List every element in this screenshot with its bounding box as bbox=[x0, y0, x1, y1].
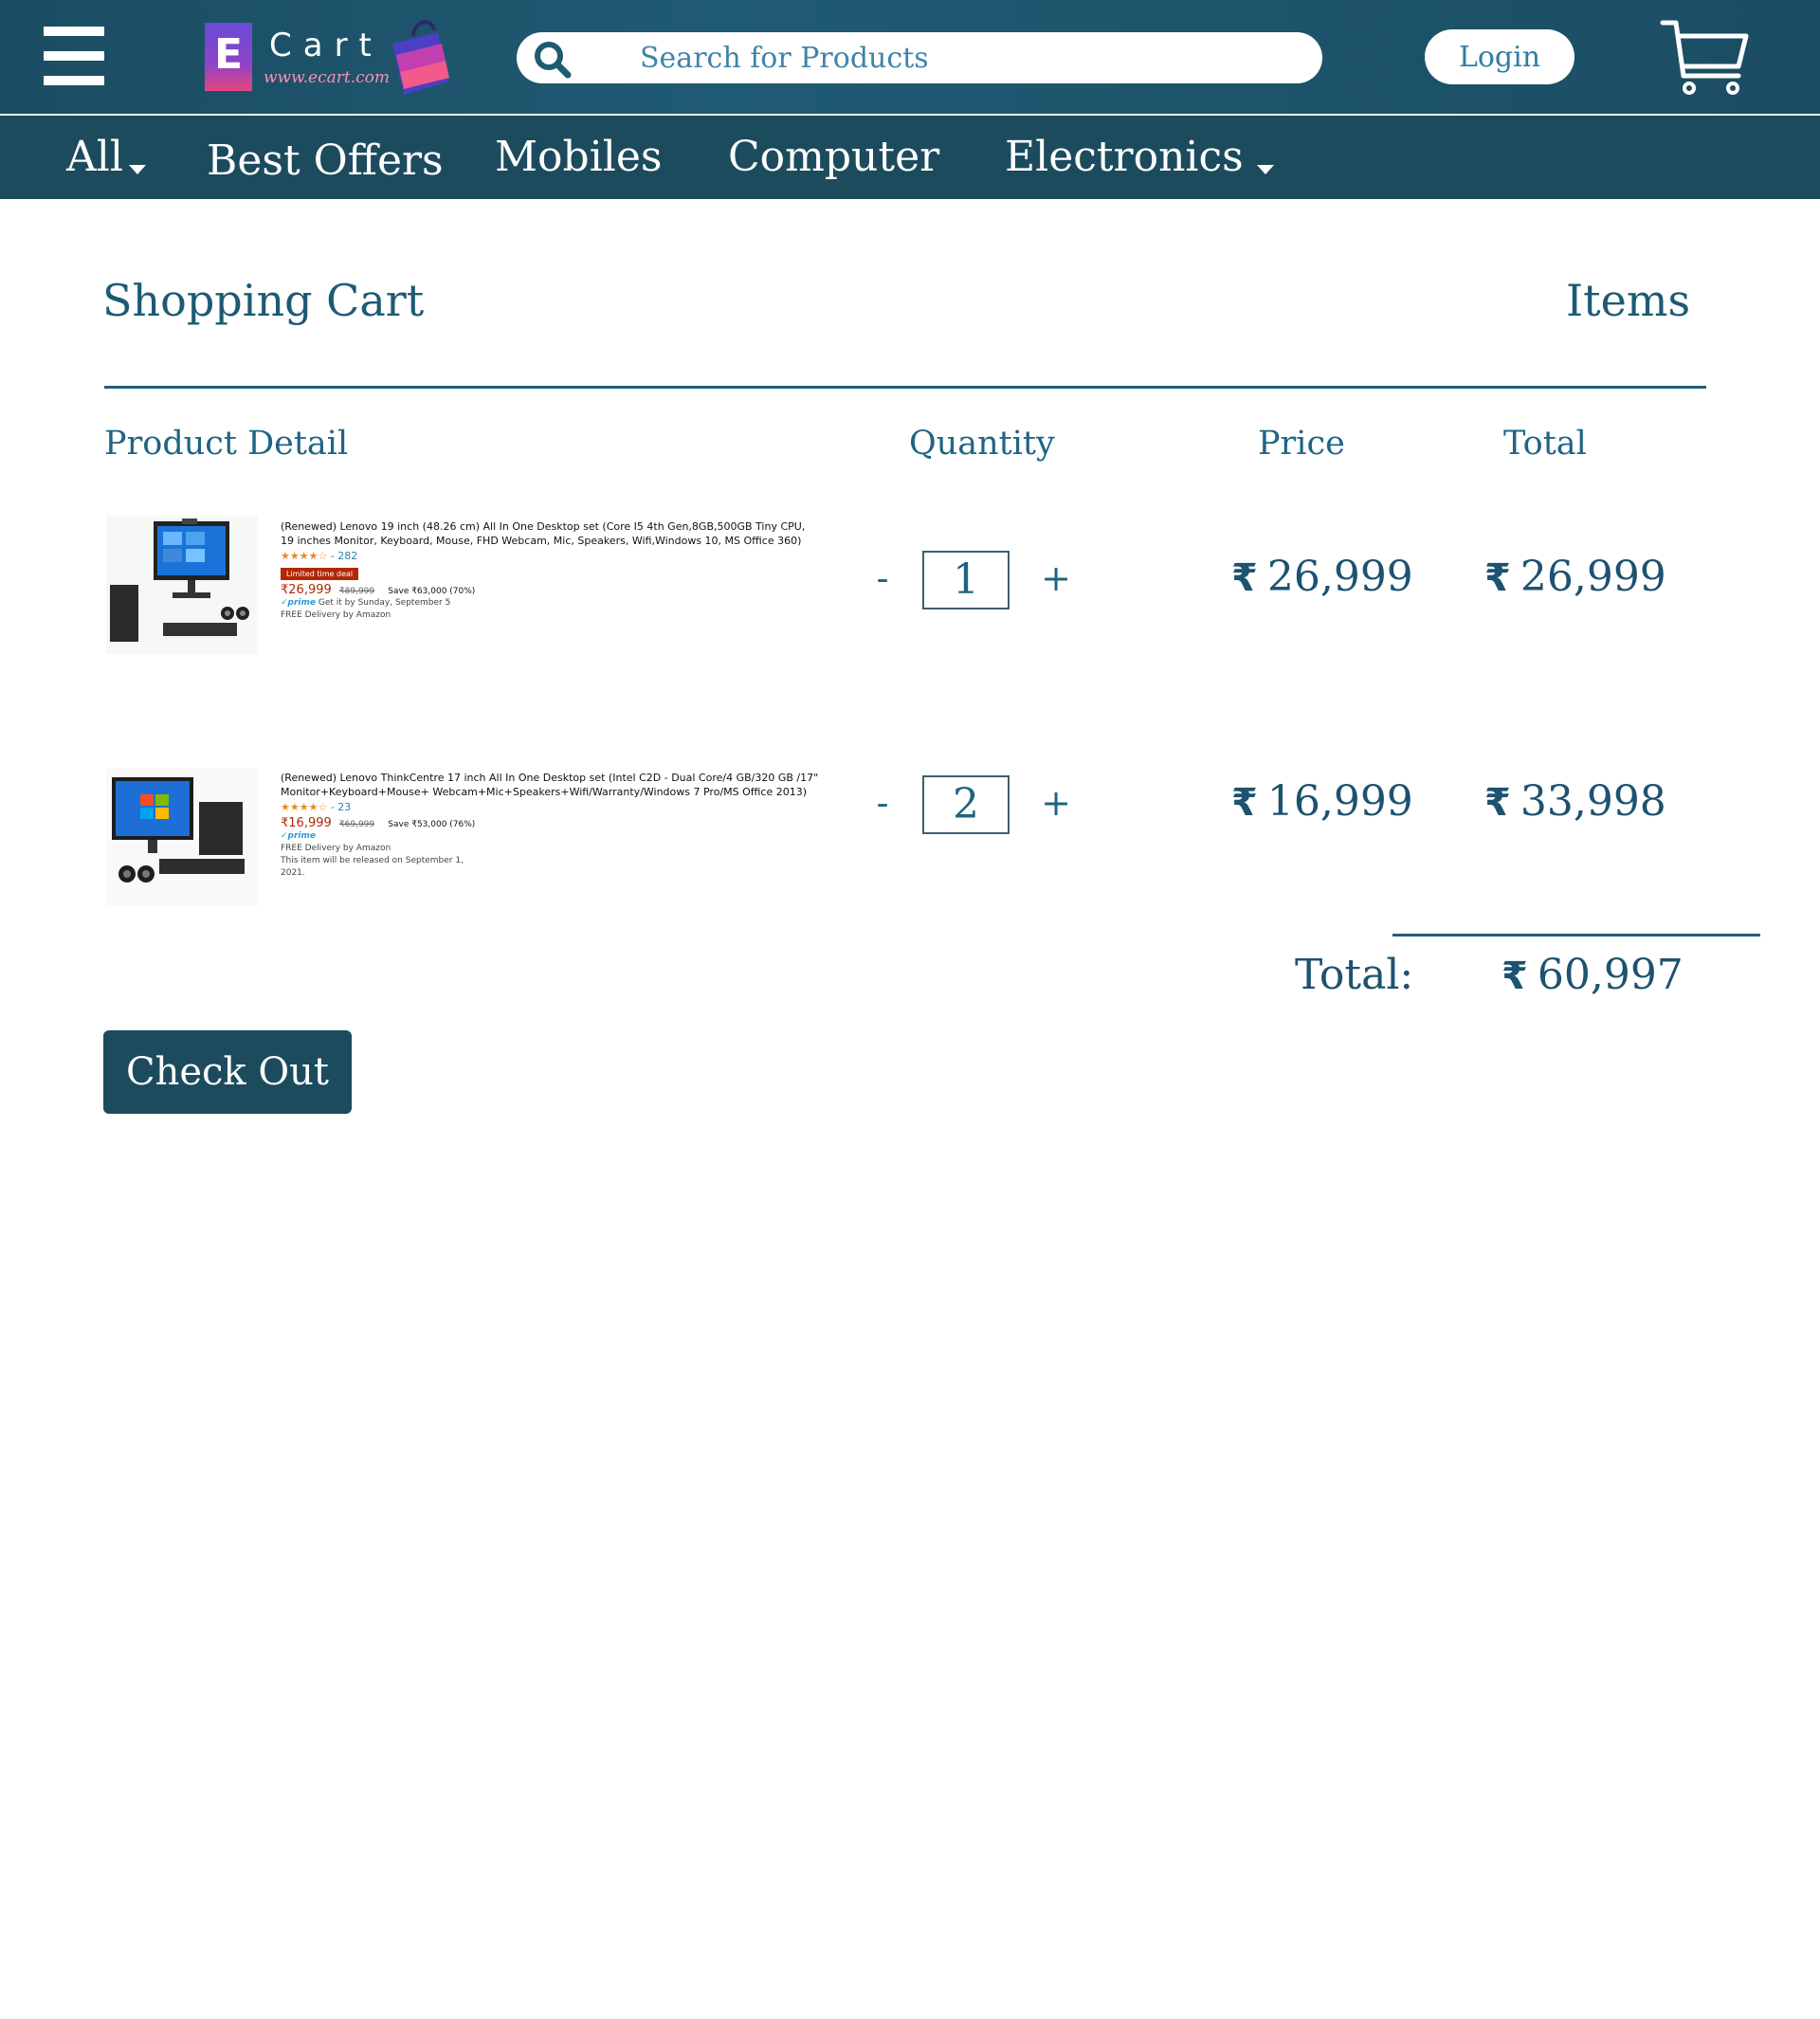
product-title[interactable]: (Renewed) Lenovo ThinkCentre 17 inch All… bbox=[281, 771, 821, 799]
nav-all[interactable]: All bbox=[66, 116, 146, 199]
search-input[interactable] bbox=[638, 38, 1296, 78]
star-rating-icon: ★★★★☆ bbox=[281, 550, 328, 562]
rating-count[interactable]: 282 bbox=[337, 550, 357, 562]
line-total-value: 26,999 bbox=[1520, 553, 1666, 601]
category-nav: All Best Offers Mobiles Computer Electro… bbox=[0, 116, 1820, 199]
grand-total-value: 60,997 bbox=[1537, 951, 1684, 999]
column-header-price: Price bbox=[1258, 425, 1345, 463]
increase-quantity-button[interactable]: + bbox=[1037, 555, 1075, 602]
grand-total-label: Total: bbox=[1295, 951, 1414, 999]
product-rating: ★★★★☆ - 23 bbox=[281, 801, 352, 813]
product-image[interactable] bbox=[106, 768, 258, 905]
chevron-down-icon bbox=[128, 164, 146, 174]
nav-all-label: All bbox=[66, 133, 123, 181]
unit-price-value: 26,999 bbox=[1266, 553, 1413, 601]
listing-savings: Save ₹53,000 (76%) bbox=[388, 820, 476, 829]
prime-badge: ✓prime bbox=[281, 831, 316, 841]
line-total-value: 33,998 bbox=[1520, 777, 1666, 826]
release-note: This item will be released on September … bbox=[281, 856, 464, 878]
shopping-cart-icon[interactable] bbox=[1659, 17, 1750, 99]
listing-price: ₹16,999 bbox=[281, 816, 332, 830]
column-header-product: Product Detail bbox=[104, 425, 349, 463]
nav-computer-label: Computer bbox=[728, 133, 940, 181]
delivery-line: ✓prime Get it by Sunday, September 5 bbox=[281, 597, 821, 609]
search-icon[interactable] bbox=[532, 39, 573, 81]
decrease-quantity-button[interactable]: - bbox=[864, 555, 901, 602]
nav-electronics-label: Electronics bbox=[1005, 133, 1244, 181]
nav-mobiles[interactable]: Mobiles bbox=[495, 116, 662, 199]
cart-row: (Renewed) Lenovo 19 inch (48.26 cm) All … bbox=[0, 517, 1820, 659]
rupee-icon: ₹ bbox=[1502, 955, 1528, 998]
rupee-icon: ₹ bbox=[1231, 781, 1258, 825]
chevron-down-icon bbox=[1256, 164, 1274, 174]
rupee-icon: ₹ bbox=[1231, 556, 1258, 600]
column-header-quantity: Quantity bbox=[909, 425, 1055, 463]
hamburger-menu-icon[interactable] bbox=[44, 27, 104, 87]
checkout-button[interactable]: Check Out bbox=[103, 1030, 352, 1114]
nav-best-offers[interactable]: Best Offers bbox=[207, 119, 444, 203]
header-divider bbox=[104, 386, 1706, 389]
line-total: ₹33,998 bbox=[1484, 777, 1666, 826]
logo-name: Cart bbox=[269, 27, 383, 64]
increase-quantity-button[interactable]: + bbox=[1037, 779, 1075, 827]
star-rating-icon: ★★★★☆ bbox=[281, 801, 328, 813]
rupee-icon: ₹ bbox=[1484, 781, 1511, 825]
total-divider bbox=[1392, 934, 1760, 937]
nav-electronics[interactable]: Electronics bbox=[1005, 116, 1274, 199]
page-title: Shopping Cart bbox=[102, 275, 425, 326]
unit-price: ₹16,999 bbox=[1231, 777, 1413, 826]
items-label: Items bbox=[1566, 275, 1691, 326]
quantity-field[interactable]: 2 bbox=[922, 775, 1010, 834]
cart-row: (Renewed) Lenovo ThinkCentre 17 inch All… bbox=[0, 768, 1820, 910]
deal-badge: Limited time deal bbox=[281, 568, 359, 580]
shopping-bag-icon bbox=[392, 20, 449, 95]
delivery-line: ✓prime bbox=[281, 830, 821, 843]
listing-price-line: ₹16,999 ₹69,999 Save ₹53,000 (76%) bbox=[281, 816, 821, 830]
grand-total: ₹60,997 bbox=[1502, 951, 1684, 999]
listing-mrp: ₹69,999 bbox=[338, 820, 375, 829]
column-header-total: Total bbox=[1503, 425, 1587, 463]
listing-price-line: ₹26,999 ₹89,999 Save ₹63,000 (70%) bbox=[281, 583, 821, 597]
product-rating: ★★★★☆ - 282 bbox=[281, 550, 358, 562]
nav-best-offers-label: Best Offers bbox=[207, 136, 444, 185]
ecart-logo[interactable]: E Cart www.ecart.com bbox=[201, 15, 457, 100]
rupee-icon: ₹ bbox=[1484, 556, 1511, 600]
logo-url: www.ecart.com bbox=[264, 68, 390, 87]
unit-price-value: 16,999 bbox=[1266, 777, 1413, 826]
decrease-quantity-button[interactable]: - bbox=[864, 779, 901, 827]
nav-mobiles-label: Mobiles bbox=[495, 133, 663, 181]
unit-price: ₹26,999 bbox=[1231, 553, 1413, 601]
product-title[interactable]: (Renewed) Lenovo 19 inch (48.26 cm) All … bbox=[281, 519, 821, 548]
quantity-field[interactable]: 1 bbox=[922, 551, 1010, 609]
nav-computer[interactable]: Computer bbox=[728, 116, 939, 199]
logo-mark: E bbox=[205, 23, 252, 91]
listing-price: ₹26,999 bbox=[281, 583, 332, 597]
logo-letter: E bbox=[213, 30, 244, 79]
prime-badge: ✓prime bbox=[281, 598, 316, 608]
listing-mrp: ₹89,999 bbox=[338, 587, 375, 596]
line-total: ₹26,999 bbox=[1484, 553, 1666, 601]
product-image[interactable] bbox=[106, 517, 258, 654]
delivery-note: FREE Delivery by Amazon bbox=[281, 610, 391, 620]
search-bar[interactable] bbox=[517, 32, 1322, 83]
rating-count[interactable]: 23 bbox=[337, 801, 351, 813]
product-details: (Renewed) Lenovo 19 inch (48.26 cm) All … bbox=[281, 519, 821, 622]
top-header: E Cart www.ecart.com Login bbox=[0, 0, 1820, 116]
login-button[interactable]: Login bbox=[1425, 29, 1574, 84]
delivery-note: FREE Delivery by Amazon bbox=[281, 844, 391, 853]
listing-savings: Save ₹63,000 (70%) bbox=[388, 587, 476, 596]
product-details: (Renewed) Lenovo ThinkCentre 17 inch All… bbox=[281, 771, 821, 880]
delivery-date: Get it by Sunday, September 5 bbox=[318, 598, 451, 608]
